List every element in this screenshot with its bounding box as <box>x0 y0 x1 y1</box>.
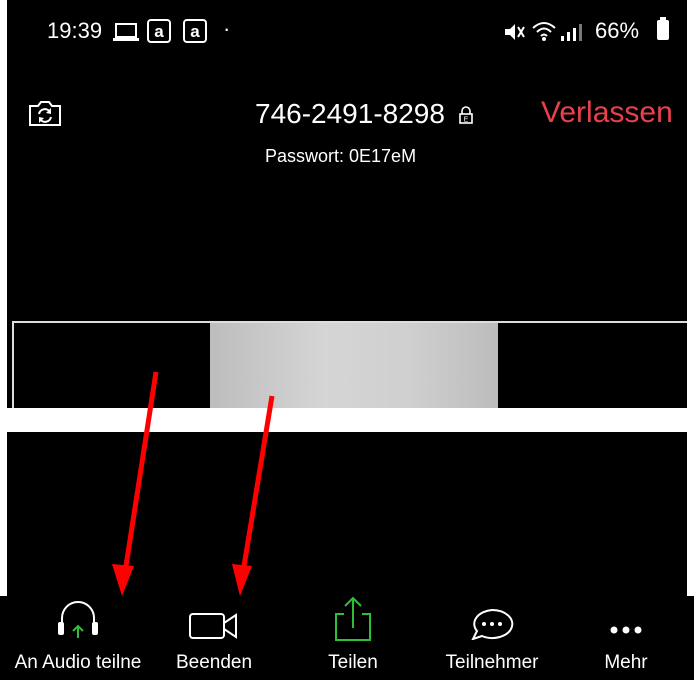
svg-text:a: a <box>154 22 164 41</box>
share-label: Teilen <box>328 652 378 673</box>
amazon-icon: a <box>147 19 171 43</box>
more-dots-icon <box>610 626 642 634</box>
stop-video-label: Beenden <box>175 652 253 673</box>
battery-icon <box>657 17 669 40</box>
signal-icon <box>561 24 582 41</box>
wifi-icon <box>532 22 556 41</box>
svg-text:E: E <box>464 117 469 124</box>
battery-level: 66% <box>595 18 640 43</box>
more-label: Mehr <box>604 652 648 673</box>
join-audio-button[interactable]: An Audio teilne <box>0 596 156 680</box>
meeting-id: 746-2491-8298 <box>255 98 445 129</box>
svg-text:a: a <box>190 22 200 41</box>
zoom-meeting-screen: 19:39 a a · 66% 746-2491-8298 E Verlasse… <box>7 0 687 680</box>
leave-button[interactable]: Verlassen <box>541 96 673 130</box>
meeting-header: 746-2491-8298 E Verlassen Passwort: 0E17… <box>7 64 687 170</box>
lock-icon: E <box>459 106 473 124</box>
join-audio-label: An Audio teilne <box>14 652 142 673</box>
more-button[interactable]: Mehr <box>586 596 666 680</box>
amazon-icon: a <box>183 19 207 43</box>
video-preview <box>210 323 498 411</box>
participants-button[interactable]: Teilnehmer <box>434 596 550 680</box>
status-time: 19:39 <box>47 18 103 43</box>
laptop-icon <box>113 23 139 41</box>
switch-camera-icon[interactable] <box>27 98 63 128</box>
chat-bubble-icon <box>471 608 514 640</box>
status-dot: · <box>223 16 231 41</box>
crop-divider <box>0 408 694 432</box>
stop-video-button[interactable]: Beenden <box>164 596 264 680</box>
participants-label: Teilnehmer <box>445 652 539 673</box>
video-camera-icon <box>189 613 237 639</box>
share-button[interactable]: Teilen <box>310 596 396 680</box>
meeting-password: Passwort: 0E17eM <box>265 146 417 166</box>
meeting-toolbar: An Audio teilne Beenden Teilen Teilnehme… <box>0 596 694 680</box>
headphones-icon <box>58 601 98 638</box>
status-bar: 19:39 a a · 66% <box>7 0 687 64</box>
mute-icon <box>505 24 525 40</box>
video-thumbnail-frame <box>12 321 687 411</box>
share-icon <box>335 596 371 641</box>
